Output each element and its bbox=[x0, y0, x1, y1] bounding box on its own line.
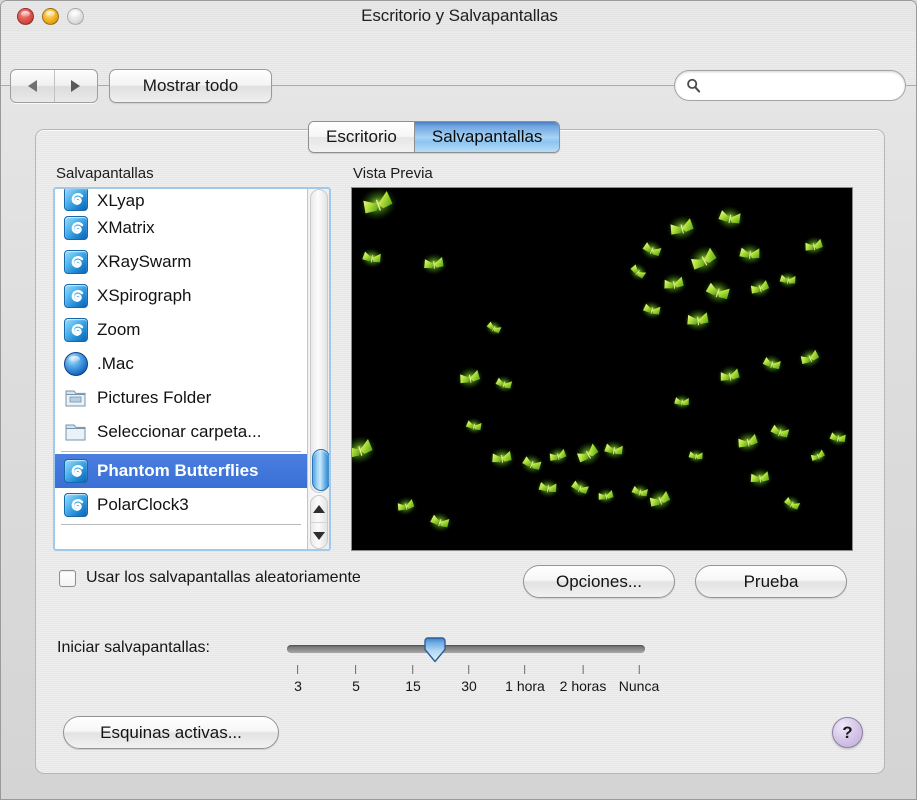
search-icon bbox=[687, 78, 701, 93]
list-item-label: XRaySwarm bbox=[97, 252, 192, 271]
triangle-up-icon bbox=[313, 505, 325, 513]
slider-tick: 1 hora bbox=[505, 665, 545, 694]
list-item[interactable]: XSpirograph bbox=[55, 279, 307, 313]
list-item[interactable]: XMatrix bbox=[55, 211, 307, 245]
list-item-label: XMatrix bbox=[97, 218, 155, 237]
forward-button[interactable] bbox=[53, 70, 97, 102]
slider-track[interactable] bbox=[287, 645, 645, 653]
list-item-selected[interactable]: Phantom Butterflies bbox=[55, 454, 307, 488]
list-item[interactable]: Pictures Folder bbox=[55, 381, 307, 415]
preview-label: Vista Previa bbox=[353, 165, 433, 182]
tick-mark bbox=[524, 665, 526, 674]
saver-list-label: Salvapantallas bbox=[56, 165, 154, 182]
list-item[interactable]: Seleccionar carpeta... bbox=[55, 415, 307, 449]
search-field[interactable] bbox=[674, 70, 906, 101]
list-item-label: Pictures Folder bbox=[97, 388, 212, 407]
slider-tick: 15 bbox=[405, 665, 421, 694]
list-separator bbox=[61, 524, 301, 525]
navigation-segmented-control bbox=[10, 69, 98, 103]
slider-tick: 2 horas bbox=[559, 665, 607, 694]
screensaver-swirl-icon bbox=[64, 189, 88, 211]
list-item[interactable]: Zoom bbox=[55, 313, 307, 347]
options-button[interactable]: Opciones... bbox=[523, 565, 675, 598]
tick-label: 1 hora bbox=[505, 678, 545, 694]
scroll-up-button[interactable] bbox=[311, 496, 327, 522]
tick-label: 3 bbox=[294, 678, 302, 694]
start-screensaver-slider[interactable] bbox=[287, 637, 645, 663]
window-title: Escritorio y Salvapantallas bbox=[361, 6, 558, 25]
tab-escritorio[interactable]: Escritorio bbox=[309, 122, 414, 152]
slider-label: Iniciar salvapantallas: bbox=[57, 639, 210, 656]
list-separator bbox=[61, 451, 301, 452]
show-all-button[interactable]: Mostrar todo bbox=[109, 69, 272, 103]
screensaver-list[interactable]: XLyap XMatrix XRaySwarm XSpirograph Zoom… bbox=[53, 187, 331, 551]
test-button[interactable]: Prueba bbox=[695, 565, 847, 598]
slider-tick: 5 bbox=[352, 665, 360, 694]
triangle-down-icon bbox=[313, 531, 325, 540]
scrollbar-arrows bbox=[310, 495, 328, 549]
slider-tick: 3 bbox=[294, 665, 302, 694]
tab-salvapantallas[interactable]: Salvapantallas bbox=[413, 122, 560, 152]
list-item-label: Phantom Butterflies bbox=[97, 461, 259, 480]
slider-tick: 30 bbox=[461, 665, 477, 694]
folder-icon bbox=[64, 386, 88, 410]
screensaver-swirl-icon bbox=[64, 493, 88, 517]
tick-mark bbox=[468, 665, 470, 674]
chevron-left-icon bbox=[27, 80, 37, 92]
globe-icon bbox=[64, 352, 88, 376]
tick-label: 15 bbox=[405, 678, 421, 694]
back-button[interactable] bbox=[11, 70, 54, 102]
scrollbar-thumb[interactable] bbox=[312, 449, 329, 491]
tick-mark bbox=[297, 665, 299, 674]
list-item-label: Zoom bbox=[97, 320, 141, 339]
tick-mark bbox=[412, 665, 414, 674]
list-scrollbar[interactable] bbox=[307, 189, 329, 549]
hot-corners-button[interactable]: Esquinas activas... bbox=[63, 716, 279, 749]
list-item-label: PolarClock3 bbox=[97, 495, 189, 514]
tick-label: 30 bbox=[461, 678, 477, 694]
preview-canvas bbox=[352, 188, 852, 550]
system-preferences-window: Escritorio y Salvapantallas Mostrar todo… bbox=[0, 0, 917, 800]
list-item-label: XSpirograph bbox=[97, 286, 192, 305]
slider-tick: Nunca bbox=[619, 665, 659, 694]
toolbar: Mostrar todo bbox=[1, 32, 916, 103]
scroll-down-button[interactable] bbox=[311, 522, 327, 548]
tick-mark bbox=[582, 665, 584, 674]
screensaver-list-items: XLyap XMatrix XRaySwarm XSpirograph Zoom… bbox=[55, 189, 307, 549]
tick-label: Nunca bbox=[618, 678, 660, 694]
tab-bar: Escritorio Salvapantallas bbox=[308, 121, 561, 153]
random-screensaver-row[interactable]: Usar los salvapantallas aleatoriamente bbox=[59, 569, 361, 587]
screensaver-swirl-icon bbox=[64, 216, 88, 240]
scrollbar-track[interactable] bbox=[310, 189, 329, 493]
list-item[interactable]: PolarClock3 bbox=[55, 488, 307, 522]
list-item-label: .Mac bbox=[97, 354, 134, 373]
list-item-label: Seleccionar carpeta... bbox=[97, 422, 262, 441]
slider-ticks: 3 5 15 30 1 hora 2 horas Nunca bbox=[287, 665, 659, 701]
list-item[interactable]: XRaySwarm bbox=[55, 245, 307, 279]
tick-label: 2 horas bbox=[559, 678, 607, 694]
help-button[interactable]: ? bbox=[832, 717, 863, 748]
random-screensaver-checkbox[interactable] bbox=[59, 569, 76, 587]
chevron-right-icon bbox=[71, 80, 81, 92]
title-bar: Escritorio y Salvapantallas bbox=[1, 1, 916, 32]
tick-mark bbox=[355, 665, 357, 674]
slider-thumb[interactable] bbox=[422, 636, 448, 663]
screensaver-swirl-icon bbox=[64, 284, 88, 308]
folder-icon bbox=[64, 420, 88, 444]
tick-mark bbox=[638, 665, 640, 674]
list-item-label: XLyap bbox=[97, 191, 145, 210]
list-item[interactable]: XLyap bbox=[55, 189, 307, 211]
list-item[interactable]: .Mac bbox=[55, 347, 307, 381]
screensaver-swirl-icon bbox=[64, 459, 88, 483]
screensaver-swirl-icon bbox=[64, 250, 88, 274]
tick-label: 5 bbox=[352, 678, 360, 694]
search-input[interactable] bbox=[701, 71, 905, 100]
random-screensaver-label: Usar los salvapantallas aleatoriamente bbox=[86, 569, 361, 586]
screensaver-preview[interactable] bbox=[351, 187, 853, 551]
screensaver-swirl-icon bbox=[64, 318, 88, 342]
